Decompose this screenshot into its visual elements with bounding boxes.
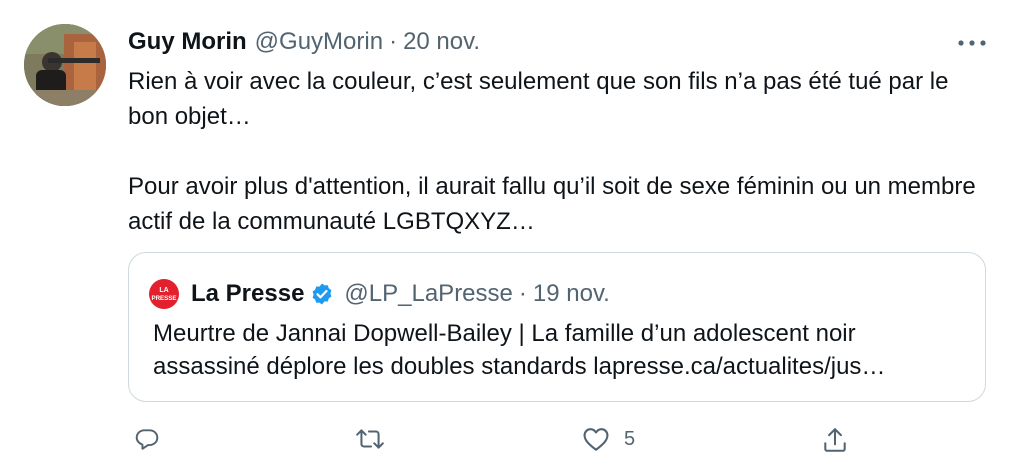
quoted-text-line: assassiné déplore les doubles standards … [153,353,886,380]
reply-button[interactable] [134,426,160,452]
quoted-tweet-header: LA PRESSE La Presse @LP_LaPresse · 19 no… [149,279,610,309]
share-icon [824,428,846,452]
avatar-image [24,24,106,106]
author-name[interactable]: Guy Morin [128,27,247,57]
like-heart-icon [583,428,609,451]
tweet-card: Guy Morin @GuyMorin · 20 nov. Rien à voi… [0,0,1014,476]
logo-text-bottom: PRESSE [151,295,176,302]
tweet-date[interactable]: 20 nov. [403,27,480,57]
tweet-paragraph: Rien à voir avec la couleur, c’est seule… [128,68,949,130]
share-button[interactable] [822,426,848,454]
quoted-text-line: Meurtre de Jannai Dopwell-Bailey | La fa… [153,320,856,347]
tweet-header: Guy Morin @GuyMorin · 20 nov. [128,27,480,57]
verified-badge-icon [310,282,334,306]
tweet-paragraph: Pour avoir plus d'attention, il aurait f… [128,173,976,235]
like-button[interactable]: 5 [582,426,635,452]
quoted-tweet-text: Meurtre de Jannai Dopwell-Bailey | La fa… [153,317,973,383]
more-options-button[interactable] [956,33,988,53]
logo-text-top: LA [159,287,168,294]
quoted-author-handle[interactable]: @LP_LaPresse [344,279,512,309]
lapresse-logo-icon: LA PRESSE [149,279,179,309]
retweet-icon [356,429,384,449]
header-separator: · [389,28,398,55]
author-handle[interactable]: @GuyMorin [255,27,383,57]
more-dots-icon [958,40,986,46]
retweet-button[interactable] [355,426,385,452]
quoted-tweet-date[interactable]: 19 nov. [533,279,610,309]
tweet-text: Rien à voir avec la couleur, c’est seule… [128,64,978,239]
quoted-header-separator: · [518,280,527,307]
quoted-tweet[interactable]: LA PRESSE La Presse @LP_LaPresse · 19 no… [128,252,986,402]
reply-icon [135,429,159,450]
quoted-author-name[interactable]: La Presse [191,279,304,309]
avatar[interactable] [24,24,106,106]
like-count: 5 [624,427,636,450]
